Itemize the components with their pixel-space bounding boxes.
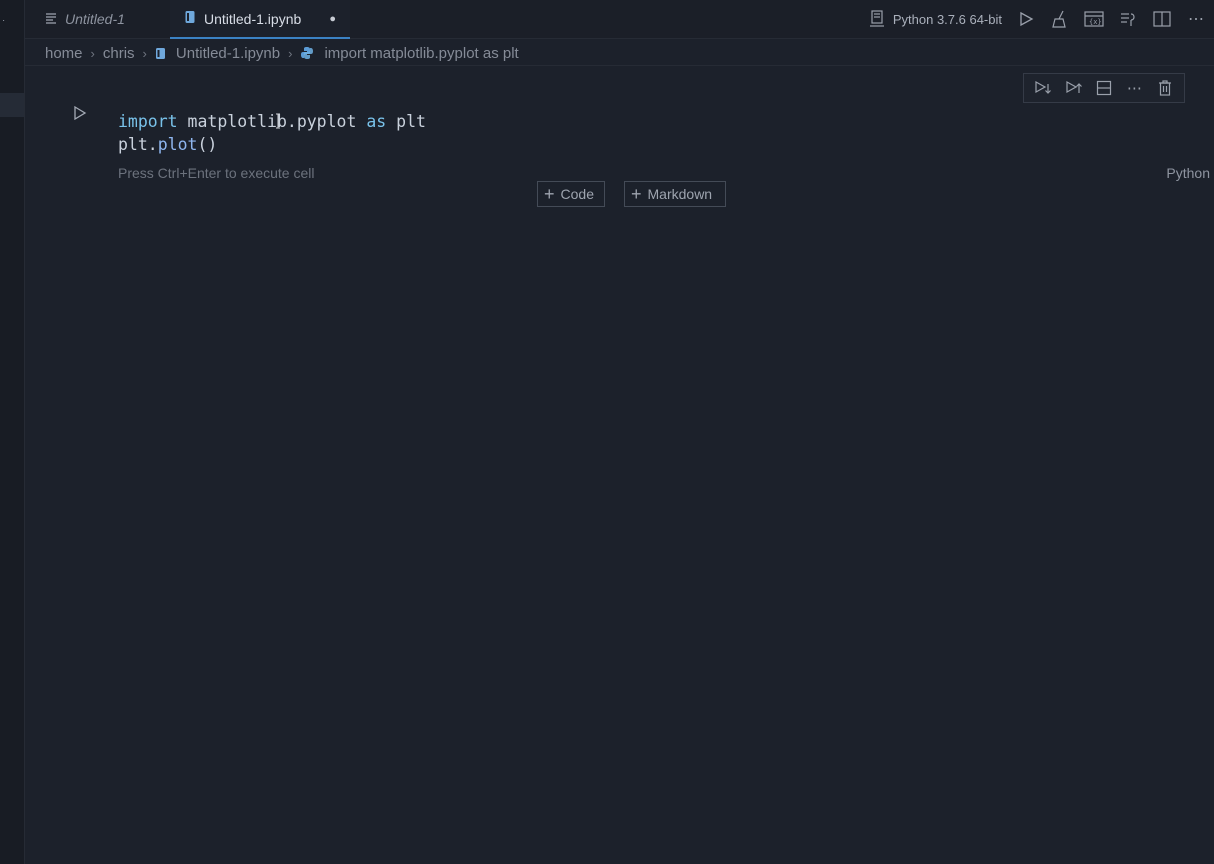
plus-icon: + [544,184,555,204]
clear-outputs-icon[interactable] [1050,9,1070,29]
breadcrumb-item-symbol[interactable]: import matplotlib.pyplot as plt [324,45,518,62]
notebook-icon [155,47,166,60]
notebook-icon [184,10,196,27]
breadcrumb: home › chris › Untitled-1.ipynb › import… [45,43,519,63]
more-icon[interactable]: ⋯ [1123,77,1145,99]
tab-notebook[interactable]: Untitled-1.ipynb ● [170,0,350,39]
run-cell-button[interactable] [71,104,89,122]
chevron-right-icon: › [142,45,147,61]
chevron-right-icon: › [90,45,95,61]
add-markdown-label: Markdown [647,186,713,202]
add-code-cell-button[interactable]: + Code [537,181,605,207]
modified-dot-icon[interactable]: ● [329,13,336,25]
code-keyword: import [118,112,178,131]
split-editor-icon[interactable] [1152,9,1172,29]
kernel-label[interactable]: Python 3.7.6 64-bit [893,12,1002,27]
text-file-icon [45,11,57,27]
tab-untitled-1[interactable]: Untitled-1 [31,0,171,38]
run-below-icon[interactable] [1032,77,1054,99]
code-text: plt [386,112,426,131]
run-all-icon[interactable] [1016,9,1036,29]
kernel-server-icon[interactable] [867,9,887,29]
cell-language[interactable]: Python [1166,165,1210,181]
plus-icon: + [631,184,642,204]
play-icon [74,106,87,120]
code-line-1: import matplotlib.pyplot as plt [118,110,426,133]
tab-label: Untitled-1 [65,11,125,27]
activity-indicator: ⋅ [2,16,6,27]
breadcrumb-item-home[interactable]: home [45,45,83,62]
code-keyword: as [366,112,387,131]
svg-text:{x}: {x} [1089,18,1102,26]
python-icon [300,46,314,60]
add-markdown-cell-button[interactable]: + Markdown [624,181,726,207]
toggle-output-icon[interactable] [1118,9,1138,29]
activity-bar: ⋅ [0,0,25,864]
add-code-label: Code [560,186,594,202]
code-text: plt. [118,135,158,154]
code-text: matplotlib.pyplot [177,112,367,131]
tab-bar: Untitled-1 Untitled-1.ipynb ● Python 3.7… [25,0,1214,39]
split-cell-icon[interactable] [1093,77,1115,99]
code-line-2: plt.plot() [118,133,426,156]
breadcrumb-item-file[interactable]: Untitled-1.ipynb [176,45,280,62]
text-cursor-icon [275,113,281,129]
cell-toolbar: ⋯ [1023,73,1185,103]
kernel-toolbar: Python 3.7.6 64-bit {x} ⋯ [867,0,1214,38]
activity-item-selected[interactable] [0,93,24,117]
breadcrumb-item-chris[interactable]: chris [103,45,135,62]
variables-icon[interactable]: {x} [1084,9,1104,29]
code-function: plot [157,135,198,154]
tab-label: Untitled-1.ipynb [204,10,302,27]
delete-cell-icon[interactable] [1154,77,1176,99]
chevron-right-icon: › [288,45,293,61]
execute-hint: Press Ctrl+Enter to execute cell [118,165,315,181]
run-above-icon[interactable] [1063,77,1085,99]
divider [25,65,1214,66]
code-editor[interactable]: import matplotlib.pyplot as plt plt.plot(… [118,110,426,156]
more-actions-icon[interactable]: ⋯ [1186,9,1206,29]
code-text: () [197,135,218,154]
